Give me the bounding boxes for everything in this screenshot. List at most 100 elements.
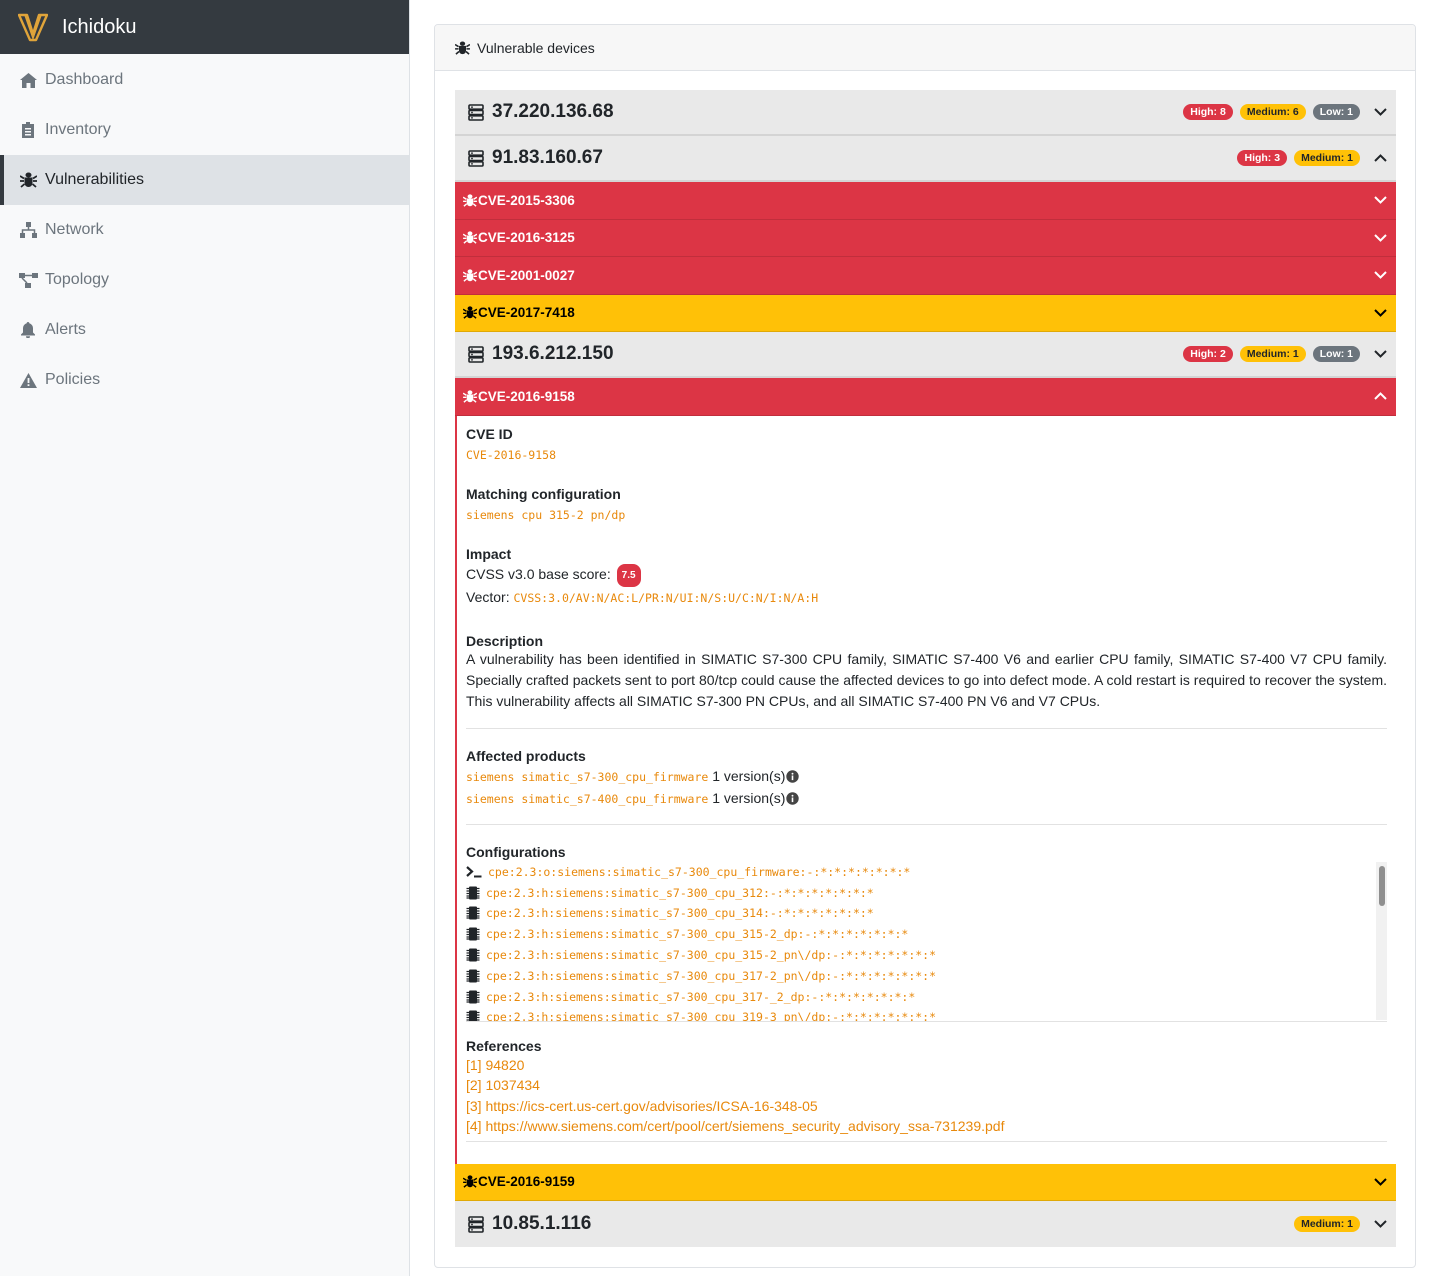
vulnerable-devices-card: Vulnerable devices 37.220.136.68 High: 8…: [434, 24, 1416, 1268]
bug-icon: [18, 171, 38, 189]
configuration-row: cpe:2.3:h:siemens:simatic_s7-300_cpu_315…: [466, 945, 1387, 966]
chevron-down-icon[interactable]: [1368, 303, 1392, 323]
affected-product-row: siemens simatic_s7-300_cpu_firmware 1 ve…: [466, 766, 1387, 788]
bug-icon: [463, 194, 477, 207]
reference-link[interactable]: [3] https://ics-cert.us-cert.gov/advisor…: [466, 1096, 1387, 1117]
chevron-down-icon[interactable]: [1368, 228, 1392, 248]
medium-count-badge: Medium: 1: [1239, 346, 1306, 362]
bug-icon: [463, 1175, 477, 1188]
sidebar-item-network[interactable]: Network: [0, 205, 409, 255]
server-icon: [468, 103, 484, 121]
microchip-icon: [466, 1010, 480, 1021]
device-row-193-6-212-150[interactable]: 193.6.212.150 High: 2 Medium: 1 Low: 1: [455, 332, 1396, 378]
bug-icon: [463, 269, 477, 282]
chevron-up-icon[interactable]: [1368, 386, 1392, 406]
terminal-icon: [466, 866, 482, 878]
sidebar: Ichidoku Dashboard Inventory Vulnerabili…: [0, 0, 410, 1276]
sidebar-item-vulnerabilities[interactable]: Vulnerabilities: [0, 155, 409, 205]
cve-row[interactable]: CVE-2016-3125: [455, 219, 1396, 257]
chevron-down-icon[interactable]: [1368, 265, 1392, 285]
section-title: References: [466, 1037, 542, 1054]
chevron-down-icon[interactable]: [1368, 1214, 1392, 1234]
configurations-scrollbar[interactable]: [1376, 861, 1387, 1020]
vector-value: CVSS:3.0/AV:N/AC:L/PR:N/UI:N/S:U/C:N/I:N…: [513, 590, 819, 605]
cpe-string: cpe:2.3:h:siemens:simatic_s7-300_cpu_314…: [486, 906, 874, 921]
cve-id: CVE-2017-7418: [478, 305, 575, 321]
sidebar-item-policies[interactable]: Policies: [0, 355, 409, 405]
affected-products-section: Affected products siemens simatic_s7-300…: [466, 748, 1387, 810]
microchip-icon: [466, 886, 480, 900]
cve-id-value: CVE-2016-9158: [466, 447, 557, 462]
brand[interactable]: Ichidoku: [0, 0, 409, 54]
configuration-row: cpe:2.3:h:siemens:simatic_s7-300_cpu_317…: [466, 986, 1387, 1007]
vector-line: Vector: CVSS:3.0/AV:N/AC:L/PR:N/UI:N/S:U…: [466, 587, 1387, 609]
medium-count-badge: Medium: 1: [1294, 150, 1360, 166]
matching-configuration-section: Matching configuration siemens cpu 315-2…: [466, 486, 1387, 522]
cve-id-section: CVE ID CVE-2016-9158: [466, 426, 1387, 462]
references-section: References [1] 94820 [2] 1037434 [3] htt…: [466, 1038, 1387, 1137]
vector-label: Vector:: [466, 588, 510, 605]
device-ip: 37.220.136.68: [492, 101, 614, 122]
cve-row[interactable]: CVE-2016-9159: [455, 1163, 1396, 1201]
reference-link[interactable]: [2] 1037434: [466, 1075, 1387, 1096]
section-title: Affected products: [466, 747, 586, 764]
devices-accordion: 37.220.136.68 High: 8 Medium: 6 Low: 1 9…: [455, 90, 1396, 1247]
chevron-down-icon[interactable]: [1368, 102, 1392, 122]
section-title: CVE ID: [466, 425, 513, 442]
device-row-91-83-160-67[interactable]: 91.83.160.67 High: 3 Medium: 1: [455, 136, 1396, 182]
high-count-badge: High: 2: [1183, 346, 1233, 362]
device-row-37-220-136-68[interactable]: 37.220.136.68 High: 8 Medium: 6 Low: 1: [455, 90, 1396, 136]
device-ip: 10.85.1.116: [492, 1213, 592, 1234]
product-versions: 1 version(s): [712, 789, 786, 806]
description-text: A vulnerability has been identified in S…: [466, 650, 1387, 709]
high-count-badge: High: 3: [1237, 150, 1288, 166]
server-icon: [468, 345, 484, 363]
configuration-row: cpe:2.3:h:siemens:simatic_s7-300_cpu_317…: [466, 965, 1387, 986]
configuration-row: cpe:2.3:h:siemens:simatic_s7-300_cpu_312…: [466, 882, 1387, 903]
bug-icon: [463, 231, 477, 244]
sidebar-item-label: Topology: [45, 271, 110, 288]
chevron-down-icon[interactable]: [1368, 190, 1392, 210]
product-versions: 1 version(s): [712, 767, 786, 784]
section-title: Matching configuration: [466, 485, 621, 502]
divider: [466, 1140, 1387, 1142]
microchip-icon: [466, 990, 480, 1004]
cve-row[interactable]: CVE-2017-7418: [455, 294, 1396, 332]
configuration-row: cpe:2.3:h:siemens:simatic_s7-300_cpu_314…: [466, 903, 1387, 924]
sidebar-item-dashboard[interactable]: Dashboard: [0, 55, 409, 105]
reference-link[interactable]: [4] https://www.siemens.com/cert/pool/ce…: [466, 1116, 1387, 1137]
scrollbar-thumb[interactable]: [1379, 865, 1385, 906]
device-row-10-85-1-116[interactable]: 10.85.1.116 Medium: 1: [455, 1201, 1396, 1247]
cve-row[interactable]: CVE-2001-0027: [455, 257, 1396, 295]
cpe-string: cpe:2.3:h:siemens:simatic_s7-300_cpu_317…: [486, 968, 937, 983]
cvss-label: CVSS v3.0 base score:: [466, 565, 611, 582]
low-count-badge: Low: 1: [1312, 104, 1360, 120]
sidebar-item-inventory[interactable]: Inventory: [0, 105, 409, 155]
chevron-up-icon[interactable]: [1368, 148, 1392, 168]
app-title: Ichidoku: [62, 15, 137, 38]
network-icon: [18, 221, 38, 239]
configurations-list[interactable]: cpe:2.3:o:siemens:simatic_s7-300_cpu_fir…: [466, 861, 1387, 1022]
cve-id: CVE-2016-9158: [478, 388, 575, 404]
cpe-string: cpe:2.3:h:siemens:simatic_s7-300_cpu_315…: [486, 927, 909, 942]
description-section: Description A vulnerability has been ide…: [466, 633, 1387, 712]
chevron-down-icon[interactable]: [1368, 344, 1392, 364]
chevron-down-icon[interactable]: [1368, 1172, 1392, 1192]
device-ip: 91.83.160.67: [492, 147, 603, 168]
cve-id: CVE-2001-0027: [478, 267, 575, 283]
section-title: Configurations: [466, 843, 566, 860]
cve-row[interactable]: CVE-2015-3306: [455, 182, 1396, 220]
sidebar-item-alerts[interactable]: Alerts: [0, 305, 409, 355]
sidebar-item-topology[interactable]: Topology: [0, 255, 409, 305]
cvss-line: CVSS v3.0 base score: 7.5: [466, 563, 1387, 587]
section-title: Impact: [466, 545, 512, 562]
info-icon[interactable]: [786, 769, 800, 783]
sidebar-item-label: Dashboard: [45, 71, 124, 88]
cpe-string: cpe:2.3:o:siemens:simatic_s7-300_cpu_fir…: [488, 864, 911, 879]
cve-row-expanded[interactable]: CVE-2016-9158: [455, 378, 1396, 416]
divider: [466, 823, 1387, 825]
reference-link[interactable]: [1] 94820: [466, 1055, 1387, 1076]
info-icon[interactable]: [786, 791, 800, 805]
medium-count-badge: Medium: 1: [1294, 1216, 1360, 1232]
microchip-icon: [466, 969, 480, 983]
